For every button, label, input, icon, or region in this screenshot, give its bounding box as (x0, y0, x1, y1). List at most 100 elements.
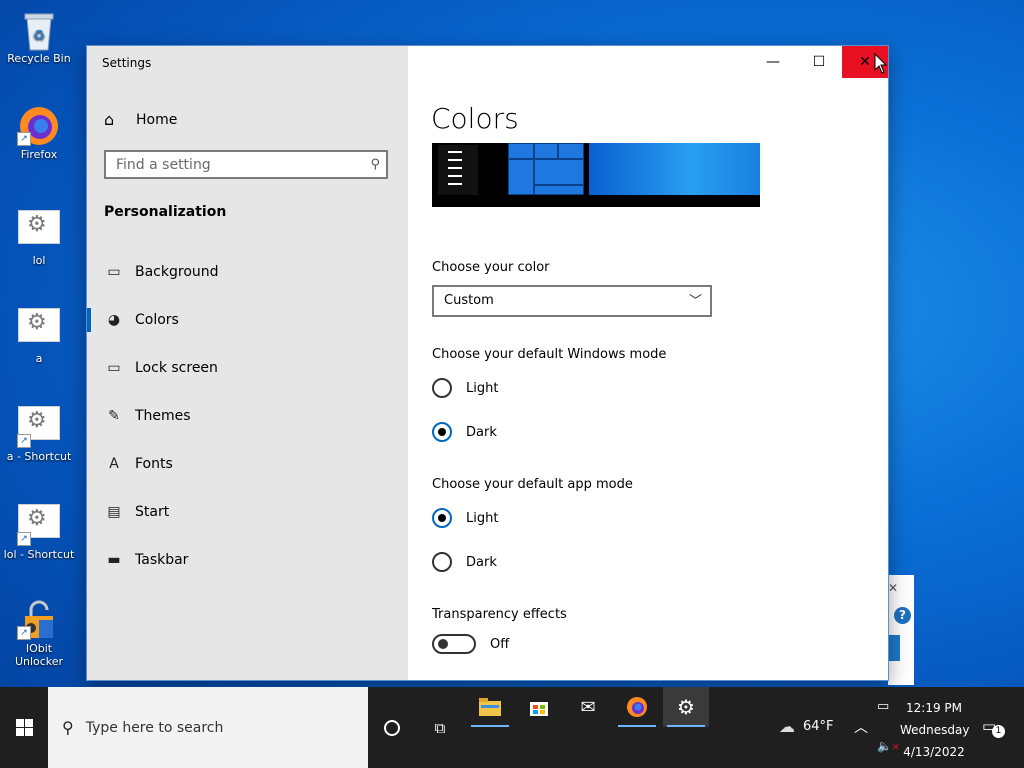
firefox-icon (627, 697, 647, 717)
radio-label: Light (466, 380, 499, 396)
picture-icon: ▭ (107, 264, 121, 280)
radio-circle (432, 508, 452, 528)
search-icon: ⚲ (370, 157, 380, 172)
settings-file-icon (17, 210, 61, 250)
dropdown-value: Custom (444, 293, 494, 308)
nav-item-lock-screen[interactable]: ▭ Lock screen (87, 348, 408, 388)
clock[interactable]: 12:19 PM Wednesday 4/13/2022 (900, 697, 970, 763)
store-taskbar-button[interactable] (516, 687, 562, 727)
action-center-button[interactable]: ▭ 1 (982, 717, 1005, 738)
firefox-taskbar-button[interactable] (614, 687, 660, 727)
background-window-button[interactable] (888, 635, 900, 661)
transparency-label: Transparency effects (432, 607, 567, 622)
nav-item-label: Taskbar (135, 552, 189, 568)
firefox-label: Firefox (20, 148, 58, 161)
start-button[interactable] (0, 687, 48, 768)
nav-home-link[interactable]: ⌂ Home (104, 110, 177, 129)
start-icon: ▤ (107, 504, 121, 520)
nav-item-label: Start (135, 504, 170, 520)
nav-item-start[interactable]: ▤ Start (87, 492, 408, 532)
clock-time: 12:19 PM (906, 701, 962, 715)
nav-item-fonts[interactable]: A Fonts (87, 444, 408, 484)
nav-item-label: Background (135, 264, 219, 280)
nav-item-colors[interactable]: ◕ Colors (87, 300, 408, 340)
window-title: Settings (102, 56, 152, 70)
a-shortcut-desktop-icon[interactable]: ↗ a - Shortcut (0, 402, 78, 463)
unlocker-icon: ↗ (17, 598, 61, 640)
radio-circle (432, 378, 452, 398)
choose-color-dropdown[interactable]: Custom ﹀ (432, 285, 712, 317)
taskbar-search-placeholder: Type here to search (85, 719, 224, 736)
help-icon[interactable]: ? (894, 607, 911, 624)
windows-mode-dark-radio[interactable]: Dark (432, 422, 497, 442)
app-mode-label: Choose your default app mode (432, 477, 633, 492)
windows-mode-light-radio[interactable]: Light (432, 378, 498, 398)
clock-date: 4/13/2022 (903, 745, 965, 759)
chevron-down-icon: ﹀ (688, 294, 702, 309)
settings-file-icon (17, 308, 61, 348)
recycle-bin-icon[interactable]: ♻ Recycle Bin (0, 8, 78, 65)
radio-circle (432, 422, 452, 442)
folder-icon (479, 698, 501, 716)
nav-item-taskbar[interactable]: ▬ Taskbar (87, 540, 408, 580)
lol-desktop-icon[interactable]: lol (0, 206, 78, 267)
cloud-sun-icon: ☁ (779, 717, 795, 736)
task-view-button[interactable]: ⧉ (417, 687, 463, 768)
home-icon: ⌂ (104, 110, 115, 129)
chevron-up-icon[interactable]: ︿ (854, 717, 868, 737)
a-shortcut-label: a - Shortcut (6, 450, 72, 463)
close-icon[interactable]: ✕ (888, 581, 898, 595)
volume-muted-icon[interactable]: 🔈✕ (877, 739, 900, 753)
radio-label: Light (466, 510, 499, 526)
task-view-icon: ⧉ (434, 718, 446, 737)
store-icon (530, 702, 548, 716)
windows-logo-icon (15, 719, 33, 736)
nav-home-label: Home (136, 111, 178, 128)
weather-temp: 64°F (803, 719, 834, 734)
choose-color-label: Choose your color (432, 260, 550, 275)
clock-day: Wednesday (900, 723, 970, 737)
transparency-toggle[interactable]: Off (432, 634, 509, 654)
taskbar: ⚲ Type here to search ⧉ ✉ ⚙ ☁ 64°F ︿ ▭ 🔈… (0, 687, 1024, 768)
app-mode-dark-radio[interactable]: Dark (432, 552, 497, 572)
lol-shortcut-label: lol - Shortcut (3, 548, 75, 561)
settings-nav-pane: Settings ⌂ Home Find a setting ⚲ Persona… (87, 46, 408, 680)
search-icon: ⚲ (62, 718, 74, 737)
nav-item-background[interactable]: ▭ Background (87, 252, 408, 292)
radio-circle (432, 552, 452, 572)
nav-item-label: Fonts (135, 456, 173, 472)
network-icon[interactable]: ▭ (877, 699, 889, 714)
iobit-unlocker-desktop-icon[interactable]: ↗ IObit Unlocker (0, 598, 78, 668)
app-mode-light-radio[interactable]: Light (432, 508, 498, 528)
toggle-track (432, 634, 476, 654)
file-explorer-taskbar-button[interactable] (467, 687, 513, 727)
color-preview-image (432, 143, 760, 207)
a-desktop-icon[interactable]: a (0, 304, 78, 365)
svg-text:♻: ♻ (33, 28, 46, 44)
minimize-button[interactable]: — (750, 46, 796, 78)
settings-file-icon: ↗ (17, 406, 61, 448)
windows-mode-label: Choose your default Windows mode (432, 347, 667, 362)
background-window-fragment: ✕ ? (888, 575, 914, 685)
iobit-unlocker-label: IObit Unlocker (14, 642, 64, 668)
mail-taskbar-button[interactable]: ✉ (565, 687, 611, 727)
lol-shortcut-desktop-icon[interactable]: ↗ lol - Shortcut (0, 500, 78, 561)
maximize-button[interactable]: ☐ (796, 46, 842, 78)
find-setting-input[interactable]: Find a setting ⚲ (104, 150, 388, 179)
weather-widget[interactable]: ☁ 64°F (779, 717, 834, 736)
nav-section-title: Personalization (104, 204, 227, 220)
toggle-state-label: Off (490, 636, 510, 652)
nav-item-label: Themes (135, 408, 191, 424)
nav-item-themes[interactable]: ✎ Themes (87, 396, 408, 436)
taskbar-search-box[interactable]: ⚲ Type here to search (48, 687, 368, 768)
cortana-circle-icon (384, 719, 400, 736)
search-placeholder: Find a setting (116, 157, 211, 173)
settings-window: Settings ⌂ Home Find a setting ⚲ Persona… (87, 46, 888, 680)
preview-desktop-background (589, 143, 760, 195)
fonts-icon: A (109, 456, 119, 472)
window-controls: — ☐ ✕ (750, 46, 888, 78)
cortana-button[interactable] (369, 687, 415, 768)
settings-taskbar-button[interactable]: ⚙ (663, 687, 709, 727)
mouse-cursor-icon (874, 52, 888, 79)
firefox-desktop-icon[interactable]: ↗ Firefox (0, 104, 78, 161)
